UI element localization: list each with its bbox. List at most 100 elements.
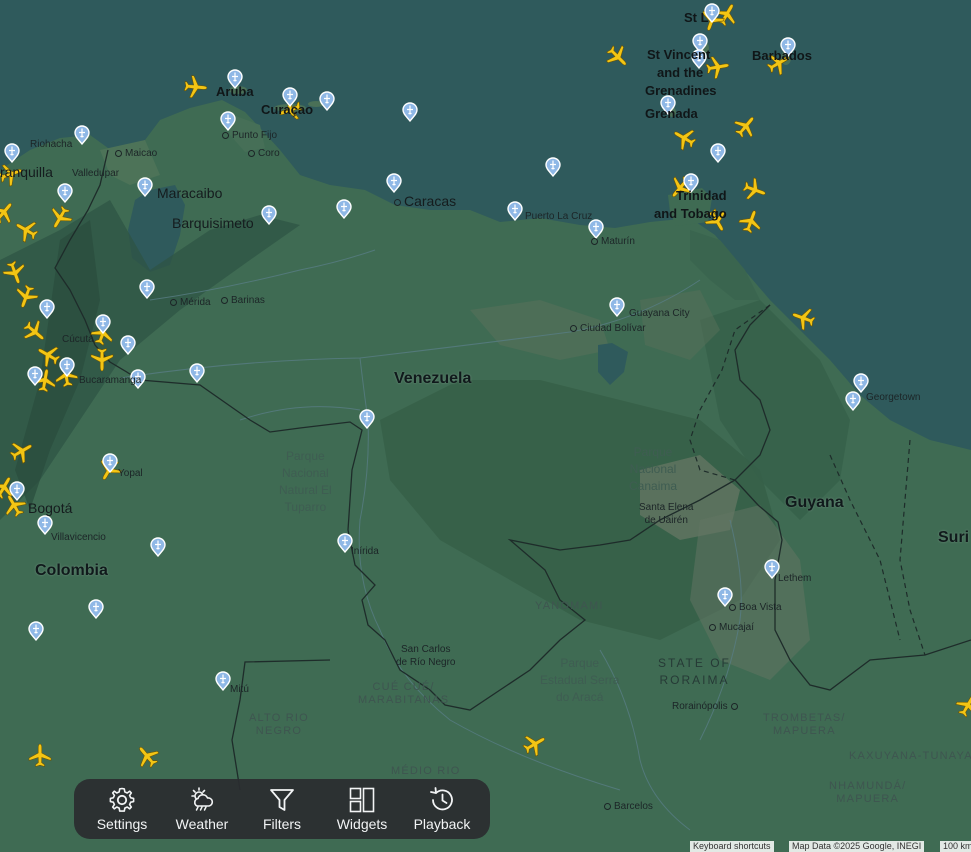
- city-name: Boa Vista: [739, 602, 782, 613]
- city-label-san-carlos: San Carlos de Río Negro: [396, 643, 455, 669]
- city-label-merida: Mérida: [170, 297, 211, 308]
- city-name: Coro: [258, 148, 280, 159]
- city-name: San Carlos: [401, 644, 451, 655]
- filters-label: Filters: [262, 816, 302, 832]
- city-name: Maturín: [601, 236, 635, 247]
- park-label-araca: Parque Estadual Serra do Aracá: [540, 655, 619, 706]
- island-label-trinidad: Trinidad: [676, 188, 727, 203]
- park-name: Natural El: [279, 483, 332, 497]
- city-marker-icon: [730, 702, 738, 710]
- city-label-puerto-la-cruz: Puerto La Cruz: [525, 211, 593, 222]
- city-label-punto-fijo: Punto Fijo: [222, 130, 277, 141]
- country-label-colombia: Colombia: [35, 562, 108, 579]
- city-marker-icon: [222, 131, 229, 139]
- city-name: de Uairén: [644, 515, 688, 526]
- city-marker-icon: [709, 623, 716, 631]
- park-name: do Aracá: [556, 690, 604, 704]
- region-name: NEGRO: [255, 725, 303, 737]
- city-marker-icon: [604, 802, 611, 810]
- city-label-villavicencio: Villavicencio: [51, 532, 106, 543]
- settings-button[interactable]: Settings: [84, 786, 160, 832]
- city-label-mucajai: Mucajaí: [709, 622, 754, 633]
- region-label-kaxuyana: KAXUYANA-TUNAYAN: [849, 750, 971, 762]
- region-name: TROMBETAS/: [763, 712, 846, 724]
- city-name: Santa Elena: [639, 502, 694, 513]
- widgets-icon: [349, 787, 375, 813]
- park-label-canaima: Parque Nacional Canaima: [629, 444, 677, 495]
- island-label-barbados: Barbados: [752, 48, 812, 63]
- widgets-label: Widgets: [336, 816, 388, 832]
- region-name: ALTO RIO: [249, 712, 309, 724]
- city-label-boa-vista: Boa Vista: [729, 602, 782, 613]
- city-marker-icon: [115, 149, 122, 157]
- park-name: Estadual Serra: [540, 673, 620, 687]
- city-name: de Río Negro: [396, 657, 456, 668]
- playback-button[interactable]: Playback: [404, 786, 480, 832]
- region-name: NHAMUNDÁ/: [829, 780, 907, 792]
- city-marker-icon: [170, 298, 177, 306]
- island-label-grenada: Grenada: [645, 106, 698, 121]
- country-label-guyana: Guyana: [785, 494, 844, 511]
- city-label-santa-elena: Santa Elena de Uairén: [639, 501, 694, 527]
- city-name: Rorainópolis: [672, 701, 728, 712]
- city-label-bucaramanga: Bucaramanga: [79, 375, 142, 386]
- country-label-venezuela: Venezuela: [394, 370, 472, 387]
- city-label-mitu: Mitú: [230, 684, 249, 695]
- city-label-georgetown: Georgetown: [866, 392, 921, 403]
- map-data-attribution[interactable]: Map Data ©2025 Google, INEGI: [789, 841, 925, 852]
- park-name: Canaima: [629, 479, 678, 493]
- city-label-cucuta: Cúcuta: [62, 334, 94, 345]
- island-label-grenadines: Grenadines: [645, 83, 717, 98]
- city-label-yopal: Yopal: [118, 468, 143, 479]
- region-label-medio-rio: MÉDIO RIO: [391, 765, 461, 777]
- region-name: CUÉ CUÉ/: [372, 681, 435, 693]
- region-label-trombetas: TROMBETAS/ MAPUERA: [763, 712, 846, 738]
- city-label-guayana-city: Guayana City: [629, 308, 690, 319]
- city-label-bogota: Bogotá: [28, 500, 73, 516]
- region-label-cuecue: CUÉ CUÉ/ MARABITANAS: [358, 681, 449, 707]
- park-name: Parque: [633, 445, 673, 459]
- island-label-st-vincent-2: and the: [657, 65, 704, 80]
- region-name: RORAIMA: [659, 673, 730, 687]
- city-label-riohacha: Riohacha: [30, 139, 73, 150]
- city-label-lethem: Lethem: [778, 573, 812, 584]
- city-label-barquisimeto: Barquisimeto: [172, 215, 254, 231]
- city-label-barranquilla: ranquilla: [0, 164, 53, 180]
- island-label-curacao: Curaçao: [261, 102, 314, 117]
- region-name: STATE OF: [658, 656, 731, 670]
- weather-button[interactable]: Weather: [164, 786, 240, 832]
- keyboard-shortcuts-link[interactable]: Keyboard shortcuts: [690, 841, 774, 852]
- region-name: MAPUERA: [836, 793, 900, 805]
- region-label-nhamunda: NHAMUNDÁ/ MAPUERA: [829, 780, 906, 806]
- city-label-caracas: Caracas: [394, 193, 456, 209]
- gear-icon: [109, 787, 135, 812]
- island-label-tobago: and Tobago: [654, 206, 727, 221]
- city-name: Ciudad Bolívar: [580, 323, 646, 334]
- region-name: MARABITANAS: [358, 694, 450, 706]
- city-marker-icon: [729, 603, 736, 611]
- city-name: Maicao: [125, 148, 158, 159]
- city-name: Caracas: [404, 193, 457, 209]
- filters-button[interactable]: Filters: [244, 786, 320, 832]
- city-label-ciudad-bolivar: Ciudad Bolívar: [570, 323, 646, 334]
- city-label-valledupar: Valledupar: [72, 168, 120, 179]
- weather-icon: [191, 787, 214, 811]
- city-name: Mérida: [180, 297, 211, 308]
- city-marker-icon: [248, 149, 255, 157]
- bottom-toolbar: Settings Weather Filters Widgets Playbac…: [74, 779, 490, 839]
- widgets-button[interactable]: Widgets: [324, 786, 400, 832]
- city-label-rorainopolis: Rorainópolis: [672, 701, 741, 712]
- region-label-alto-rio-negro: ALTO RIO NEGRO: [249, 712, 309, 738]
- city-label-inirida: Inírida: [351, 546, 379, 557]
- map-scale: 100 km: [940, 841, 971, 852]
- region-label-yanomami: YANOMAMI: [535, 600, 604, 612]
- city-name: Mucajaí: [719, 622, 755, 633]
- city-label-barinas: Barinas: [221, 295, 265, 306]
- country-label-suriname: Suri: [938, 529, 970, 546]
- park-name: Parque: [285, 449, 325, 463]
- city-marker-icon: [591, 237, 598, 245]
- city-label-maicao: Maicao: [115, 148, 157, 159]
- city-label-maturin: Maturín: [591, 236, 635, 247]
- city-name: Barcelos: [614, 801, 653, 812]
- city-label-maracaibo: Maracaibo: [157, 185, 223, 201]
